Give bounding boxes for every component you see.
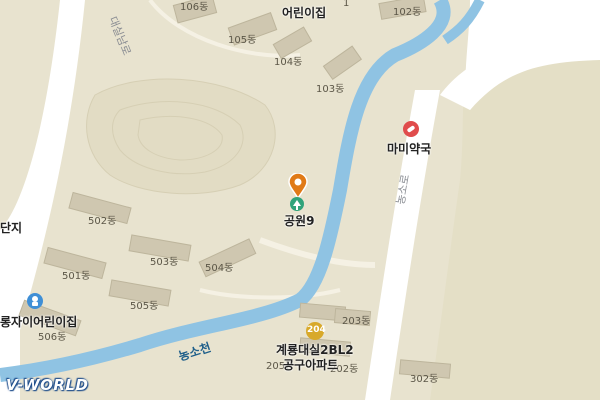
poi-daycare-top[interactable]: 어린이집 bbox=[282, 4, 326, 21]
apartment-badge-number: 204 bbox=[307, 325, 326, 335]
building-label: 502동 bbox=[88, 216, 117, 227]
poi-pharmacy[interactable]: 마미약국 bbox=[387, 140, 431, 157]
building-label: 501동 bbox=[62, 271, 91, 282]
vworld-logo: V-WORLD bbox=[6, 376, 89, 394]
map-view[interactable]: 대실남로 농소로 농소천 106동 105동 104동 103동 102동 1 … bbox=[0, 0, 600, 400]
building-label: 203동 bbox=[342, 316, 371, 327]
park-icon bbox=[290, 197, 304, 211]
building-label: 1 bbox=[343, 0, 350, 9]
poi-daycare-left[interactable]: 롱자이어린이집 bbox=[0, 313, 77, 330]
building-label: 104동 bbox=[274, 57, 303, 68]
poi-daycare-bottom[interactable]: 공구아파트 bbox=[283, 356, 338, 373]
apartment-icon[interactable]: 204 bbox=[306, 322, 326, 340]
poi-park[interactable]: 공원9 bbox=[284, 212, 314, 229]
pharmacy-icon[interactable] bbox=[403, 121, 419, 137]
building-label: 505동 bbox=[130, 301, 159, 312]
building-label: 103동 bbox=[316, 84, 345, 95]
building-label: 102동 bbox=[393, 7, 422, 18]
building-label: 302동 bbox=[410, 374, 439, 385]
building-label: 105동 bbox=[228, 35, 257, 46]
daycare-icon[interactable] bbox=[27, 293, 43, 309]
poi-complex-left[interactable]: 단지 bbox=[0, 219, 22, 236]
building-label: 506동 bbox=[38, 332, 67, 343]
building-label: 504동 bbox=[205, 263, 234, 274]
location-pin-icon[interactable] bbox=[287, 172, 309, 200]
building-label: 503동 bbox=[150, 257, 179, 268]
building-label: 106동 bbox=[180, 2, 209, 13]
